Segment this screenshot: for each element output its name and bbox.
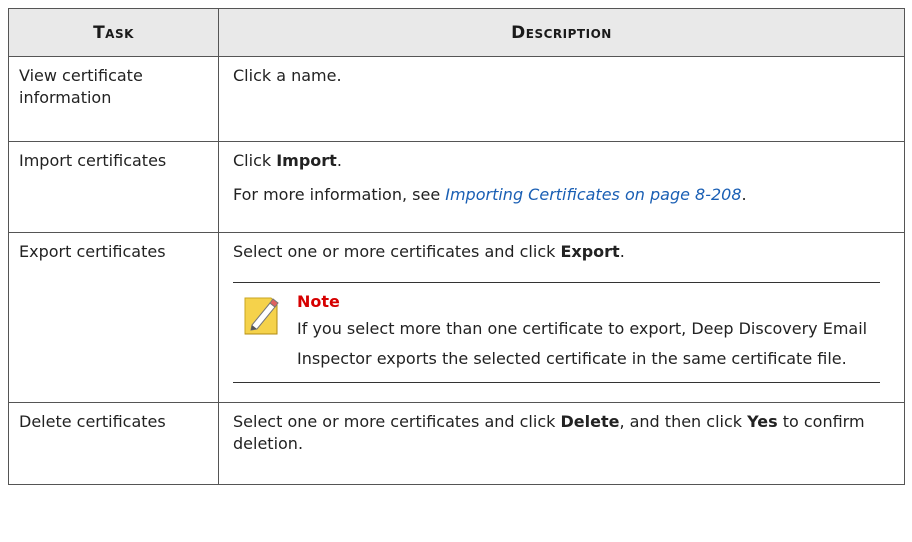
ui-term-import: Import xyxy=(276,151,337,170)
task-cell: Import certificates xyxy=(8,141,219,233)
ui-term-delete: Delete xyxy=(560,412,620,431)
task-cell: View certificate information xyxy=(8,56,219,142)
more-info-suffix: . xyxy=(741,185,747,204)
task-label: View certificate information xyxy=(19,66,143,107)
ui-term-yes: Yes xyxy=(747,412,778,431)
description-cell: Select one or more certificates and clic… xyxy=(218,402,905,485)
note-body: Note If you select more than one certifi… xyxy=(297,292,880,374)
description-suffix: . xyxy=(336,151,342,170)
table-row: View certificate information Click a nam… xyxy=(8,56,905,142)
more-info-text: For more information, see Importing Cert… xyxy=(233,184,894,206)
note-text: If you select more than one certificate … xyxy=(297,319,868,368)
description-prefix: Click xyxy=(233,151,277,170)
note-pencil-icon xyxy=(244,297,279,335)
table-header-row: Task Description xyxy=(8,8,905,57)
description-text: Click a name. xyxy=(233,66,342,85)
description-cell: Click Import. For more information, see … xyxy=(218,141,905,233)
table-row: Export certificates Select one or more c… xyxy=(8,232,905,403)
description-part2: , and then click xyxy=(619,412,748,431)
more-info-prefix: For more information, see xyxy=(233,185,446,204)
description-text: Click Import. xyxy=(233,150,894,172)
description-suffix: . xyxy=(619,242,625,261)
task-label: Delete certificates xyxy=(19,412,166,431)
task-label: Export certificates xyxy=(19,242,166,261)
description-cell: Select one or more certificates and clic… xyxy=(218,232,905,403)
table-row: Delete certificates Select one or more c… xyxy=(8,402,905,485)
task-label: Import certificates xyxy=(19,151,167,170)
description-part1: Select one or more certificates and clic… xyxy=(233,412,561,431)
description-text: Select one or more certificates and clic… xyxy=(233,411,894,455)
task-cell: Export certificates xyxy=(8,232,219,403)
note-title: Note xyxy=(297,292,340,311)
certificate-tasks-table: Task Description View certificate inform… xyxy=(8,8,905,485)
description-prefix: Select one or more certificates and clic… xyxy=(233,242,561,261)
task-cell: Delete certificates xyxy=(8,402,219,485)
ui-term-export: Export xyxy=(560,242,620,261)
document-page: { "table": { "headers": { "task": "Task"… xyxy=(0,0,912,542)
note-box: Note If you select more than one certifi… xyxy=(233,282,880,383)
description-text: Select one or more certificates and clic… xyxy=(233,241,894,263)
description-cell: Click a name. xyxy=(218,56,905,142)
description-column-header: Description xyxy=(218,8,905,57)
importing-certificates-link[interactable]: Importing Certificates on page 8-208 xyxy=(445,185,741,204)
task-column-header: Task xyxy=(8,8,219,57)
table-row: Import certificates Click Import. For mo… xyxy=(8,141,905,233)
